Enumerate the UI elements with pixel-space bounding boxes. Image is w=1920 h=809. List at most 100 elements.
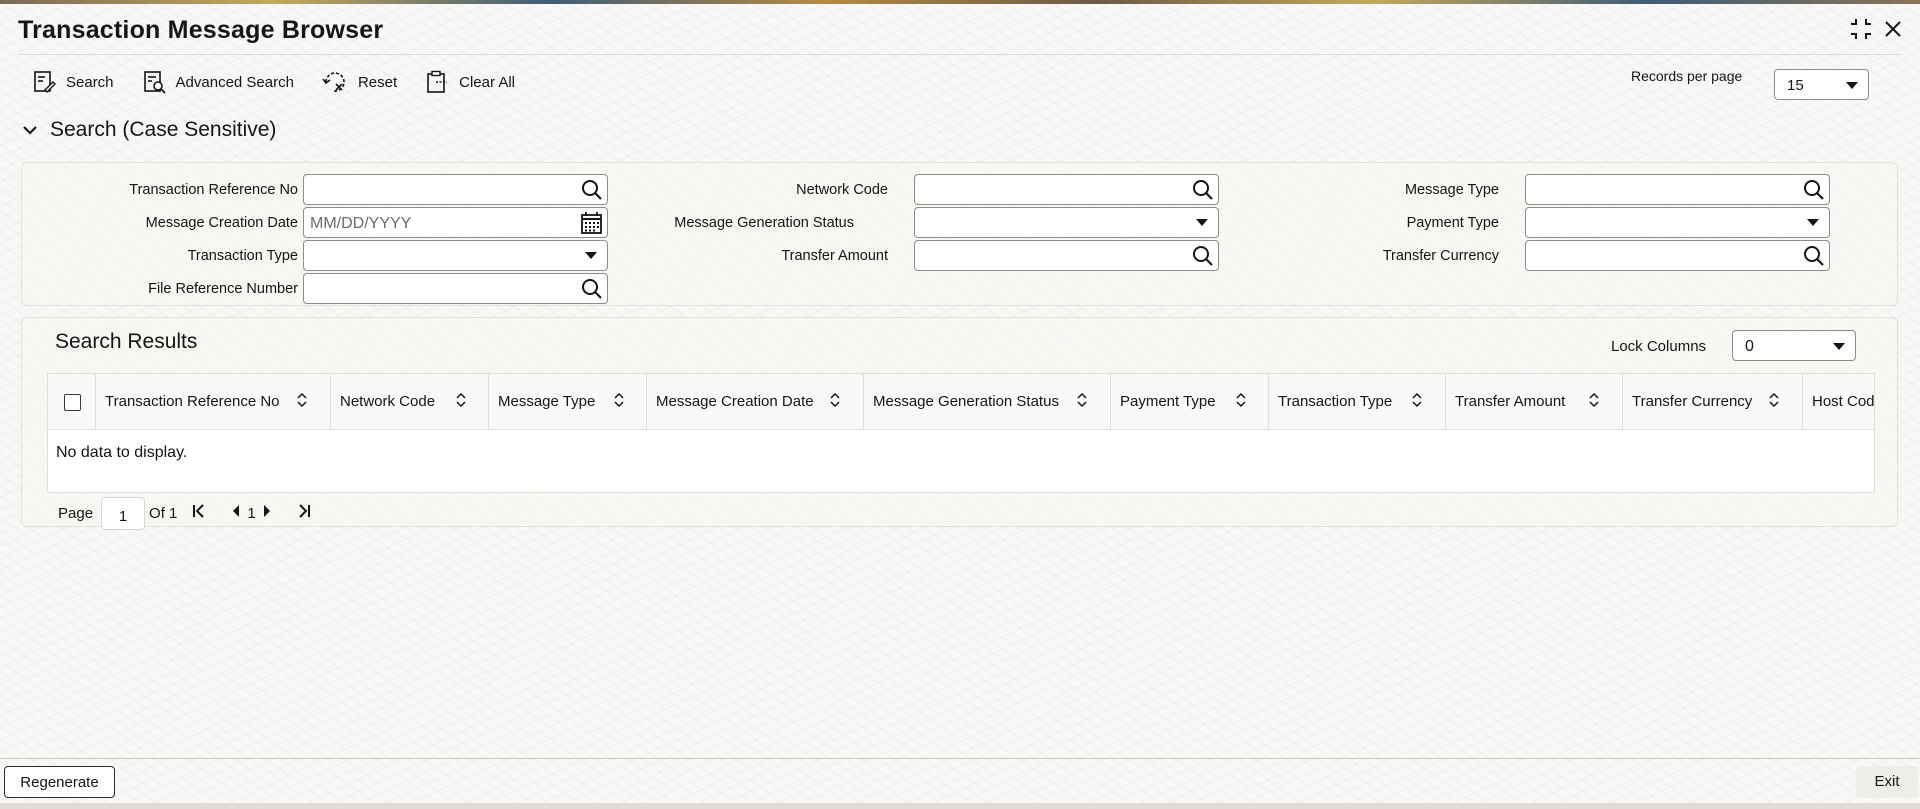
network-code-input[interactable] [914,174,1219,205]
search-icon[interactable] [580,277,604,306]
results-table: Transaction Reference No Network Code Me… [47,373,1875,493]
column-header-label: Host Cod [1812,393,1875,410]
column-header-label: Transaction Reference No [105,393,280,410]
empty-state-message: No data to display. [56,444,188,461]
message-creation-date-input[interactable]: MM/DD/YYYY [303,207,608,238]
search-results-title: Search Results [55,330,198,353]
reset-button[interactable]: Reset [322,70,397,94]
column-header-label: Transfer Currency [1632,393,1753,410]
column-header[interactable]: Transfer Currency [1623,374,1803,430]
search-section-title: Search (Case Sensitive) [50,118,277,141]
footer-divider [0,758,1920,759]
search-icon[interactable] [1802,178,1826,207]
exit-button[interactable]: Exit [1856,766,1918,798]
transfer-currency-input[interactable] [1525,240,1830,271]
search-button[interactable]: Search [32,70,114,94]
column-header-label: Message Creation Date [656,393,814,410]
clear-all-button[interactable]: Clear All [425,70,515,94]
page-total-label: Of 1 [149,504,178,522]
column-header-label: Transfer Amount [1455,393,1566,410]
column-header-label: Transaction Type [1278,393,1393,410]
regenerate-button[interactable]: Regenerate [4,766,115,798]
payment-type-select[interactable] [1525,207,1830,238]
select-all-checkbox[interactable] [64,394,81,411]
transaction-reference-no-input[interactable] [303,174,608,205]
sort-icon[interactable] [1076,392,1088,412]
column-header[interactable]: Transfer Amount [1446,374,1623,430]
search-icon[interactable] [1802,244,1826,273]
column-header[interactable]: Payment Type [1111,374,1269,430]
pagination-nav: 1 [191,503,311,523]
clipboard-icon [425,70,449,94]
chevron-down-icon [22,118,38,142]
reset-label: Reset [357,73,398,91]
records-per-page-select[interactable]: 15 [1774,69,1869,100]
search-icon[interactable] [1191,178,1215,207]
transfer-amount-input[interactable] [914,240,1219,271]
current-page-number[interactable]: 1 [247,505,255,522]
transaction-reference-no-label: Transaction Reference No [129,182,298,198]
sort-icon[interactable] [1588,392,1600,412]
advanced-search-button[interactable]: Advanced Search [142,70,294,94]
footer-bar [0,803,1920,809]
toolbar: Search Advanced Search Reset Clear All [32,68,543,96]
column-header[interactable]: Network Code [331,374,489,430]
file-reference-number-label: File Reference Number [148,281,298,297]
chevron-down-icon [1807,219,1819,226]
chevron-down-icon [1833,343,1845,350]
column-header-label: Payment Type [1120,393,1216,410]
search-button-label: Search [66,73,114,91]
chevron-down-icon [585,252,597,259]
page: Transaction Message Browser Search Advan… [0,4,1920,809]
select-all-column [48,374,96,430]
window-controls [1850,18,1902,40]
column-header[interactable]: Transaction Reference No [96,374,331,430]
search-section-header[interactable]: Search (Case Sensitive) [22,118,276,142]
sort-icon[interactable] [455,392,467,412]
advanced-search-icon [142,70,166,94]
payment-type-label: Payment Type [1406,215,1499,231]
search-results-panel: Search Results Lock Columns 0 Transactio… [21,317,1898,530]
previous-page-icon[interactable] [231,504,241,522]
column-header[interactable]: Message Generation Status [864,374,1111,430]
sort-icon[interactable] [613,392,625,412]
calendar-icon[interactable] [580,211,604,240]
lock-columns-label: Lock Columns [1611,338,1707,355]
search-doc-icon [32,70,56,94]
column-header[interactable]: Message Creation Date [647,374,864,430]
close-icon[interactable] [1884,20,1902,38]
search-icon[interactable] [580,178,604,207]
sort-icon[interactable] [1411,392,1423,412]
page-number-input[interactable]: 1 [101,496,146,530]
sort-icon[interactable] [1768,392,1780,412]
last-page-icon[interactable] [296,503,312,523]
message-type-label: Message Type [1404,182,1499,198]
next-page-icon[interactable] [262,504,272,522]
sort-icon[interactable] [1235,392,1247,412]
transaction-type-label: Transaction Type [187,248,298,264]
message-type-input[interactable] [1525,174,1830,205]
column-header[interactable]: Host Cod [1803,374,1875,430]
first-page-icon[interactable] [191,503,207,523]
table-header: Transaction Reference No Network Code Me… [48,374,1874,430]
reset-icon [322,70,348,94]
advanced-search-label: Advanced Search [175,73,294,91]
records-per-page-label: Records per page [1631,68,1743,84]
lock-columns-select[interactable]: 0 [1732,330,1856,361]
sort-icon[interactable] [296,392,308,412]
collapse-icon[interactable] [1850,18,1872,40]
column-header-label: Message Generation Status [873,393,1059,410]
message-generation-status-select[interactable] [914,207,1219,238]
chevron-down-icon [1196,219,1208,226]
column-header[interactable]: Message Type [489,374,647,430]
pagination: Page 1 Of 1 1 [58,496,312,530]
transaction-type-select[interactable] [303,240,608,271]
message-generation-status-label: Message Generation Status [674,215,854,231]
column-header-label: Network Code [340,393,436,410]
file-reference-number-input[interactable] [303,273,608,304]
column-header[interactable]: Transaction Type [1269,374,1446,430]
transfer-amount-label: Transfer Amount [781,248,888,264]
search-icon[interactable] [1191,244,1215,273]
sort-icon[interactable] [829,392,841,412]
search-criteria-panel: Transaction Reference No Message Creatio… [21,162,1898,306]
